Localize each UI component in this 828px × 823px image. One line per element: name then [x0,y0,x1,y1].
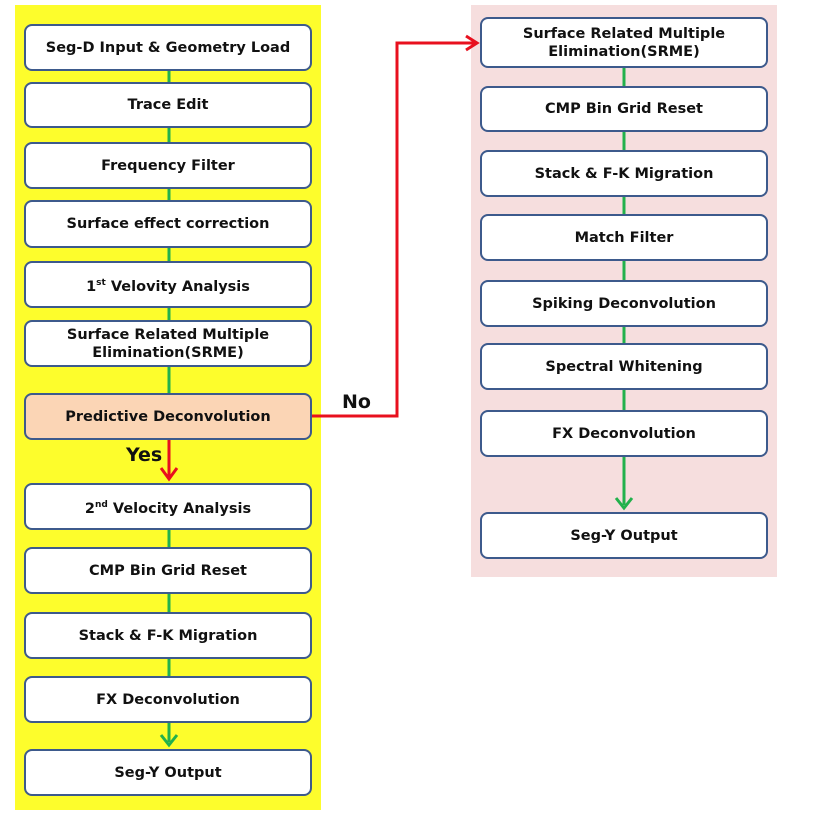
alt-step-spiking-decon: Spiking Deconvolution [480,280,768,327]
step-label: CMP Bin Grid Reset [89,562,247,579]
step-srme: Surface Related Multiple Elimination(SRM… [24,320,312,367]
step-label: Surface effect correction [66,216,270,232]
alt-step-segy-output: Seg-Y Output [480,512,768,559]
step-segy-output: Seg-Y Output [24,749,312,796]
step-label: Match Filter [574,229,674,246]
step-label: CMP Bin Grid Reset [545,101,703,117]
step-label: Seg-Y Output [114,764,222,781]
step-label: Surface Related Multiple Elimination(SRM… [522,25,726,60]
step-trace-edit: Trace Edit [24,82,312,128]
no-arrow [312,41,476,418]
step-fx-decon: FX Deconvolution [24,676,312,723]
step-label: Seg-D Input & Geometry Load [45,39,291,56]
step-label: Spiking Deconvolution [532,295,716,312]
step-1st-velocity: 1st Velovity Analysis [24,261,312,308]
step-label: 1st Velovity Analysis [86,277,250,295]
step-surface-effect: Surface effect correction [24,200,312,248]
step-stack-fk: Stack & F-K Migration [24,612,312,659]
alt-step-spectral-whitening: Spectral Whitening [480,343,768,390]
alt-step-srme: Surface Related Multiple Elimination(SRM… [480,17,768,68]
step-label: FX Deconvolution [96,691,240,708]
alt-step-stack-fk: Stack & F-K Migration [480,150,768,197]
step-label: Trace Edit [127,97,209,113]
step-label: Frequency Filter [101,157,235,174]
step-label: Surface Related Multiple Elimination(SRM… [66,326,270,361]
alt-step-cmp-bin: CMP Bin Grid Reset [480,86,768,132]
step-label: Seg-Y Output [570,527,678,544]
step-label: Stack & F-K Migration [534,165,714,182]
yes-label: Yes [126,444,163,466]
step-label: 2nd Velocity Analysis [84,499,252,517]
step-label: Spectral Whitening [545,358,703,375]
no-label: No [342,391,371,413]
alt-step-fx-decon: FX Deconvolution [480,410,768,457]
step-label: FX Deconvolution [552,425,696,442]
processing-flowchart: Seg-D Input & Geometry Load Trace Edit F… [0,0,828,823]
step-segd-input: Seg-D Input & Geometry Load [24,24,312,71]
step-label: Stack & F-K Migration [78,627,258,644]
step-frequency-filter: Frequency Filter [24,142,312,189]
step-label: Predictive Deconvolution [65,408,271,425]
step-cmp-bin: CMP Bin Grid Reset [24,547,312,594]
step-predictive-decon: Predictive Deconvolution [24,393,312,440]
step-2nd-velocity: 2nd Velocity Analysis [24,483,312,530]
alt-step-match-filter: Match Filter [480,214,768,261]
